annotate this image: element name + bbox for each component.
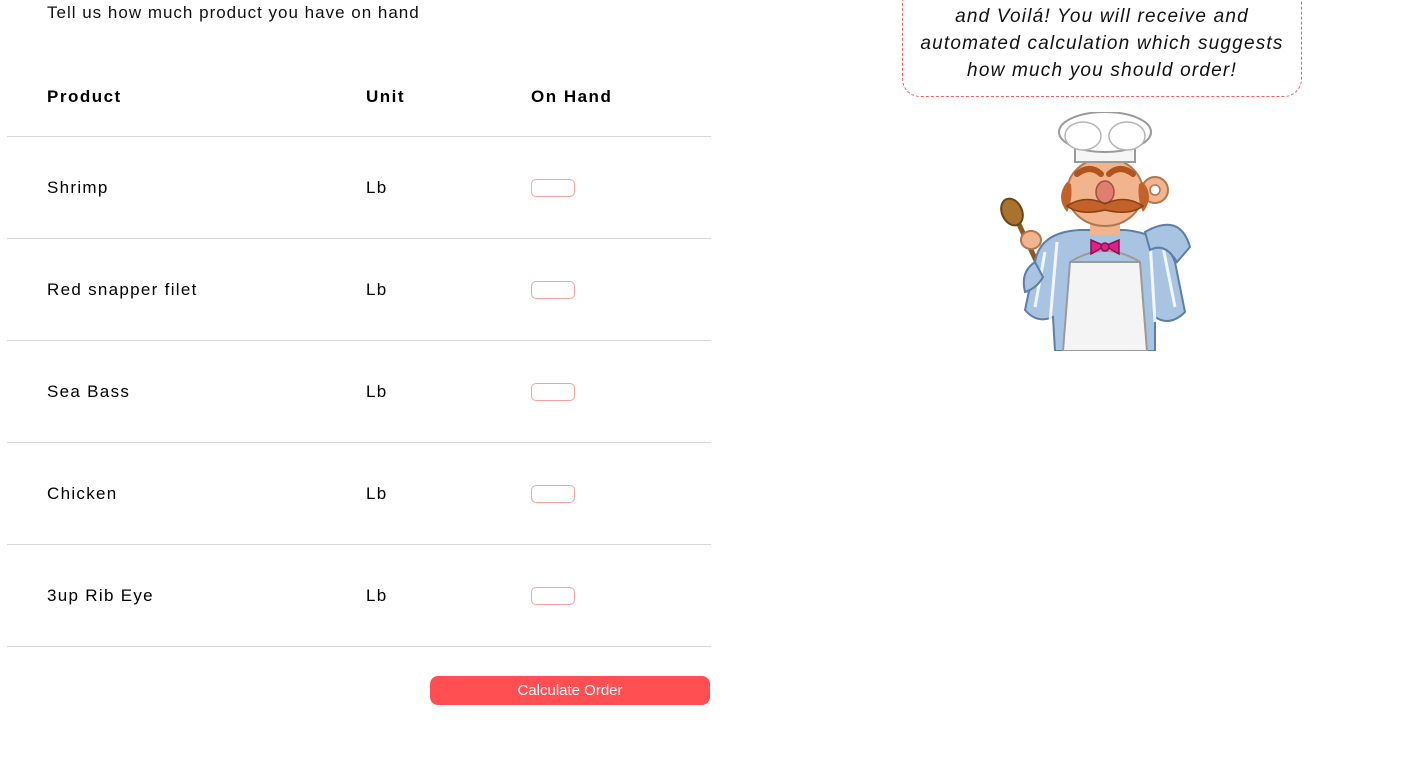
product-unit: Lb [366,585,388,605]
instructions-line: and Voilá! You will receive and [955,6,1249,27]
header-on-hand: On Hand [531,87,613,106]
on-hand-input-sea-bass[interactable] [531,382,575,401]
instructions-bubble: and Voilá! You will receive and automate… [902,0,1302,97]
instructions-text: and Voilá! You will receive and automate… [903,3,1301,84]
product-unit: Lb [366,177,388,197]
chef-hat-icon [1058,112,1152,163]
table-row: Red snapper filet Lb [7,239,711,341]
product-name: Red snapper filet [47,279,198,299]
header-unit: Unit [366,87,406,106]
intro-text: Tell us how much product you have on han… [47,3,420,22]
inventory-page: Tell us how much product you have on han… [0,0,1419,771]
instructions-line: how much you should order! [967,60,1237,81]
table-header-row: Product Unit On Hand [7,50,711,137]
chef-illustration-icon [1000,112,1192,351]
product-unit: Lb [366,381,388,401]
table-row: Shrimp Lb [7,137,711,239]
product-name: 3up Rib Eye [47,585,154,605]
table-row: Sea Bass Lb [7,341,711,443]
product-unit: Lb [366,279,388,299]
table-row: Chicken Lb [7,443,711,545]
calculate-order-button[interactable]: Calculate Order [430,676,710,705]
product-name: Chicken [47,483,118,503]
table-row: 3up Rib Eye Lb [7,545,711,647]
inventory-table: Product Unit On Hand Shrimp Lb Red snapp… [7,50,711,647]
product-unit: Lb [366,483,388,503]
on-hand-input-chicken[interactable] [531,484,575,503]
on-hand-input-rib-eye[interactable] [531,586,575,605]
header-product: Product [47,87,122,106]
instructions-line: automated calculation which suggests [920,33,1284,54]
on-hand-input-shrimp[interactable] [531,178,575,197]
product-name: Sea Bass [47,381,131,401]
on-hand-input-red-snapper[interactable] [531,280,575,299]
product-name: Shrimp [47,177,109,197]
